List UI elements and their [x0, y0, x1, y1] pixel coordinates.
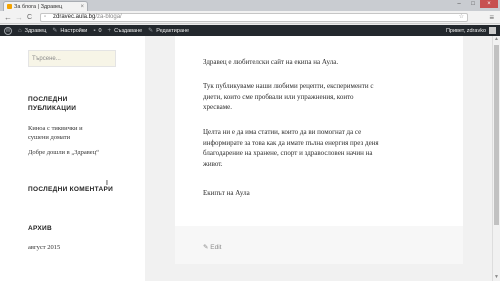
entry-line: диети, които сме пробвали или упражнения…: [203, 92, 354, 101]
browser-tab[interactable]: За блога | Здравец ×: [3, 1, 88, 11]
archive-title: АРХИВ: [28, 225, 52, 232]
entry-paragraph: Здравец е любителски сайт на екипа на Ау…: [203, 58, 339, 66]
comments-count: 0: [98, 27, 102, 34]
recent-post-line2: сушени домати: [28, 134, 71, 141]
admin-bar-comments[interactable]: ▪ 0: [93, 28, 101, 34]
entry-line: хресваме.: [203, 103, 232, 111]
comment-icon: ▪: [93, 27, 96, 34]
tab-title: За блога | Здравец: [14, 3, 63, 10]
entry-line: Тук публикуваме наши любими рецепти, екс…: [203, 82, 374, 90]
edit-label: Edit: [210, 244, 222, 251]
scroll-up-arrow-icon[interactable]: ▲: [493, 36, 500, 43]
entry-line: благодарение на хранене, спорт и здравос…: [203, 149, 373, 157]
sidebar: Търсене... ПОСЛЕДНИ ПУБЛИКАЦИИ Киноа с т…: [0, 36, 145, 281]
customize-label: Настройки: [60, 27, 88, 34]
recent-post-line1: Киноа с тиквички и: [28, 125, 83, 132]
admin-bar-customize[interactable]: ✎ Настройки: [52, 27, 88, 35]
window-controls: – □ ×: [452, 0, 498, 8]
recent-posts-title-line1: ПОСЛЕДНИ: [28, 96, 68, 103]
wp-admin-bar: W ⌂ Здравец ✎ Настройки ▪ 0 + Създаване …: [0, 25, 500, 36]
entry-paragraph: Целта ни е да има статии, които да ви по…: [203, 127, 443, 169]
bookmark-star-icon[interactable]: ☆: [459, 14, 464, 21]
scroll-thumb[interactable]: [494, 45, 499, 225]
site-name: Здравец: [24, 27, 47, 34]
url-host: zdravec.aula.bg: [53, 14, 96, 20]
entry-signature: Екипът на Аула: [203, 189, 250, 197]
search-input[interactable]: Търсене...: [28, 50, 116, 67]
page-article: Здравец е любителски сайт на екипа на Ау…: [175, 36, 463, 226]
brush-icon: ✎: [52, 28, 58, 34]
entry-line: Целта ни е да има статии, които да ви по…: [203, 128, 362, 136]
avatar: [489, 27, 496, 34]
page-scrollbar[interactable]: ▲ ▼: [492, 36, 500, 281]
back-arrow-icon[interactable]: ←: [4, 13, 12, 22]
pencil-icon: ✎: [148, 28, 154, 34]
window-close-button[interactable]: ×: [480, 0, 498, 8]
entry-meta: ✎ Edit: [175, 226, 463, 264]
new-label: Създаване: [114, 27, 143, 34]
scroll-down-arrow-icon[interactable]: ▼: [493, 274, 500, 281]
admin-bar-edit[interactable]: ✎ Редактиране: [148, 27, 190, 35]
minimize-button[interactable]: –: [452, 0, 466, 8]
plus-icon: +: [107, 27, 112, 34]
recent-posts-title-line2: ПУБЛИКАЦИИ: [28, 105, 77, 112]
text-cursor-icon: I: [106, 180, 108, 187]
greeting: Привет, zdravko: [445, 27, 486, 34]
admin-bar-site[interactable]: ⌂ Здравец: [18, 28, 46, 34]
recent-posts-title: ПОСЛЕДНИ ПУБЛИКАЦИИ: [28, 95, 76, 113]
edit-link[interactable]: ✎ Edit: [203, 243, 221, 251]
wordpress-logo-icon[interactable]: W: [4, 26, 12, 35]
home-icon: ⌂: [18, 27, 22, 34]
forward-arrow-icon[interactable]: →: [15, 13, 23, 22]
page-info-icon[interactable]: ▫: [44, 14, 46, 21]
admin-bar-new[interactable]: + Създаване: [108, 28, 143, 34]
maximize-button[interactable]: □: [466, 0, 480, 8]
browser-menu-icon[interactable]: ≡: [489, 13, 494, 22]
admin-bar-account[interactable]: Привет, zdravko: [446, 25, 496, 36]
browser-tab-bar: За блога | Здравец × – □ ×: [0, 0, 500, 11]
archive-link[interactable]: август 2015: [28, 243, 60, 252]
recent-comments-title: ПОСЛЕДНИ КОМЕНТАРИ: [28, 186, 114, 193]
tab-close-icon[interactable]: ×: [80, 4, 84, 10]
url-path: /za-bloga/: [95, 14, 122, 20]
recent-post-link[interactable]: Добре дошли в „Здравец“: [28, 148, 99, 157]
entry-line: информирате за това как да имате пълна е…: [203, 138, 379, 147]
reload-icon[interactable]: C: [27, 13, 32, 22]
edit-page-label: Редактиране: [156, 27, 190, 34]
recent-post-link[interactable]: Киноа с тиквички и сушени домати: [28, 124, 83, 142]
entry-line: живот.: [203, 159, 223, 168]
browser-toolbar: ← → C ▫ zdravec.aula.bg/za-bloga/ ☆ ≡: [0, 11, 500, 24]
favicon-icon: [7, 4, 12, 9]
address-bar[interactable]: ▫ zdravec.aula.bg/za-bloga/ ☆: [40, 13, 468, 22]
entry-paragraph: Тук публикуваме наши любими рецепти, екс…: [203, 81, 443, 113]
